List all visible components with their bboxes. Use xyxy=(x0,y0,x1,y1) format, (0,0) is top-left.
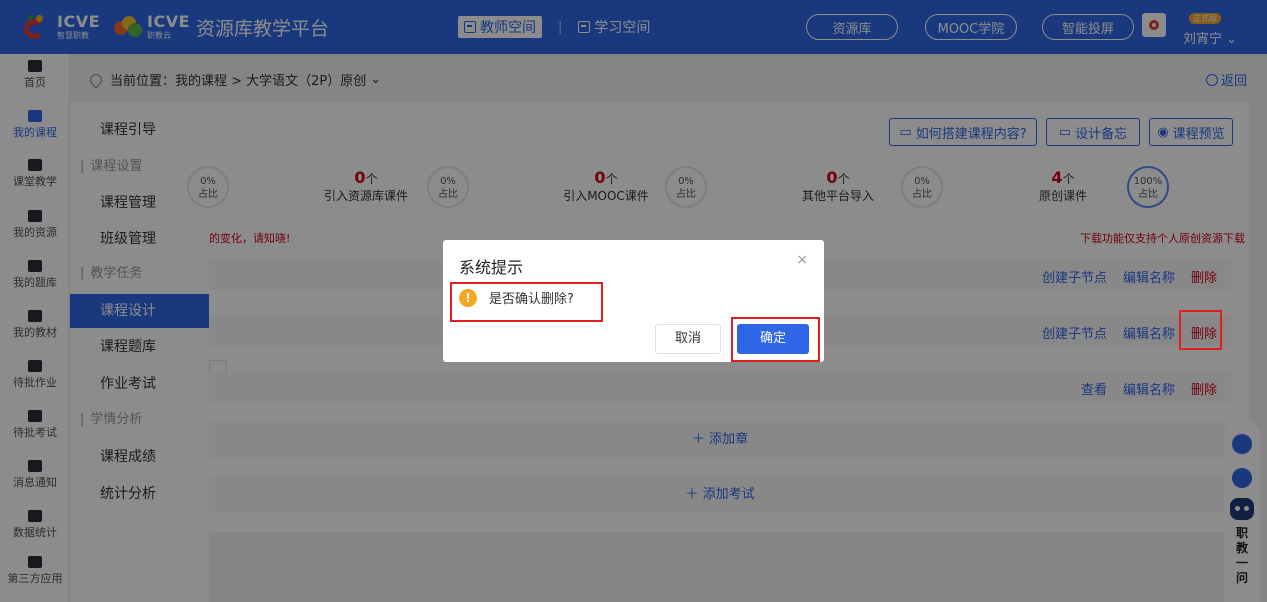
highlight-delete xyxy=(1179,310,1222,350)
highlight-message xyxy=(450,282,603,322)
highlight-confirm xyxy=(731,317,820,362)
cancel-button[interactable]: 取消 xyxy=(655,324,721,354)
dialog-title: 系统提示 xyxy=(459,258,524,277)
close-icon[interactable]: × xyxy=(796,252,808,268)
